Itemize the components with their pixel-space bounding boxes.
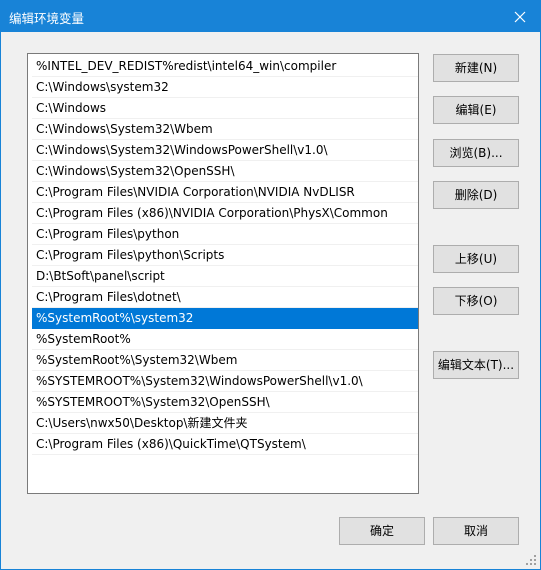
- path-item[interactable]: C:\Users\nwx50\Desktop\新建文件夹: [32, 413, 418, 434]
- path-item[interactable]: C:\Windows\system32: [32, 77, 418, 98]
- ok-button[interactable]: 确定: [339, 517, 425, 545]
- path-item-selected[interactable]: %SystemRoot%\system32: [32, 308, 418, 329]
- path-item[interactable]: D:\BtSoft\panel\script: [32, 266, 418, 287]
- browse-button[interactable]: 浏览(B)...: [433, 139, 519, 167]
- window-title: 编辑环境变量: [9, 11, 85, 26]
- edit-button[interactable]: 编辑(E): [433, 96, 519, 124]
- path-item[interactable]: %SYSTEMROOT%\System32\WindowsPowerShell\…: [32, 371, 418, 392]
- delete-button[interactable]: 删除(D): [433, 181, 519, 209]
- move-up-button[interactable]: 上移(U): [433, 245, 519, 273]
- path-item[interactable]: C:\Program Files (x86)\QuickTime\QTSyste…: [32, 434, 418, 455]
- path-item[interactable]: C:\Windows: [32, 98, 418, 119]
- path-item[interactable]: C:\Windows\System32\WindowsPowerShell\v1…: [32, 140, 418, 161]
- path-item[interactable]: C:\Program Files\NVIDIA Corporation\NVID…: [32, 182, 418, 203]
- path-item[interactable]: C:\Program Files\dotnet\: [32, 287, 418, 308]
- path-item[interactable]: %INTEL_DEV_REDIST%redist\intel64_win\com…: [32, 56, 418, 77]
- path-item[interactable]: C:\Windows\System32\OpenSSH\: [32, 161, 418, 182]
- new-button[interactable]: 新建(N): [433, 54, 519, 82]
- path-list[interactable]: %INTEL_DEV_REDIST%redist\intel64_win\com…: [27, 53, 419, 494]
- edit-text-button[interactable]: 编辑文本(T)...: [433, 351, 519, 379]
- path-item[interactable]: C:\Program Files (x86)\NVIDIA Corporatio…: [32, 203, 418, 224]
- close-button[interactable]: [500, 1, 540, 32]
- path-item[interactable]: C:\Windows\System32\Wbem: [32, 119, 418, 140]
- cancel-button[interactable]: 取消: [433, 517, 519, 545]
- path-item[interactable]: %SYSTEMROOT%\System32\OpenSSH\: [32, 392, 418, 413]
- close-icon: [514, 11, 526, 22]
- path-item[interactable]: C:\Program Files\python\Scripts: [32, 245, 418, 266]
- resize-grip-icon[interactable]: [525, 554, 537, 566]
- title-bar[interactable]: 编辑环境变量: [1, 1, 540, 32]
- move-down-button[interactable]: 下移(O): [433, 287, 519, 315]
- edit-env-variable-dialog: 编辑环境变量 %INTEL_DEV_REDIST%redist\intel64_…: [0, 0, 541, 570]
- path-item[interactable]: %SystemRoot%\System32\Wbem: [32, 350, 418, 371]
- path-item[interactable]: C:\Program Files\python: [32, 224, 418, 245]
- path-item[interactable]: %SystemRoot%: [32, 329, 418, 350]
